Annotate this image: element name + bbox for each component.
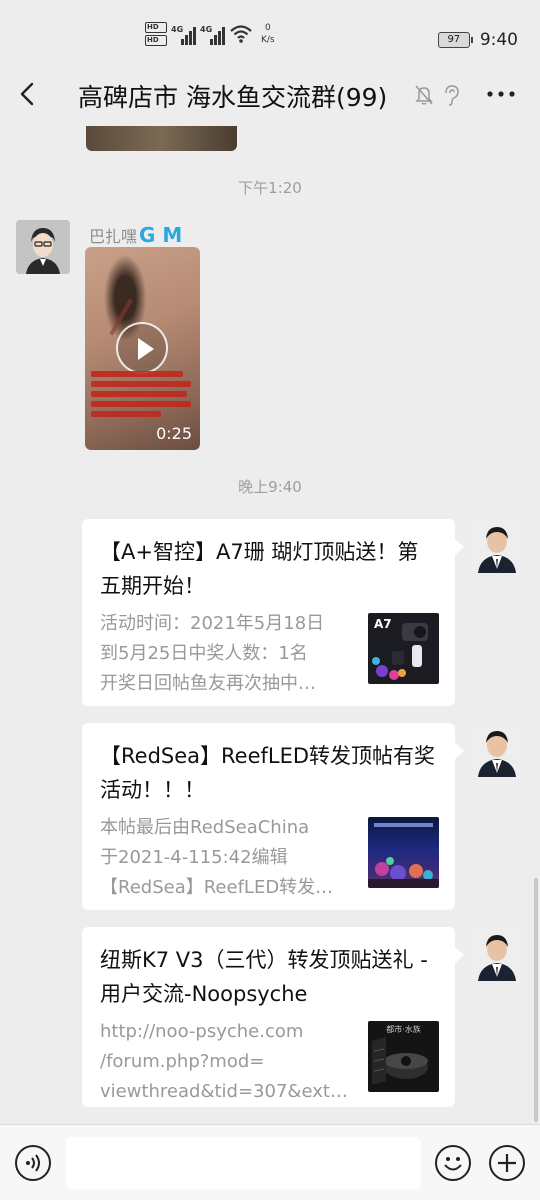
message-input[interactable] [66, 1137, 421, 1189]
signal-icon-1: 4G [171, 23, 196, 45]
link-card-description: 本帖最后由RedSeaChina 于2021-4-115:42编辑 【RedSe… [100, 813, 352, 903]
link-card-thumbnail [368, 817, 439, 888]
my-avatar[interactable] [470, 723, 524, 777]
thumbnail-label: A7 [374, 617, 392, 631]
speed-unit: K/s [261, 35, 275, 45]
mute-bell-icon [415, 85, 433, 105]
sender-badge: G M [139, 223, 183, 247]
hd-badge-2: HD [145, 35, 167, 46]
network-type-2: 4G [200, 25, 213, 34]
my-avatar[interactable] [470, 519, 524, 573]
sender-name: 巴扎嘿 G M [89, 223, 182, 247]
link-card-title: 【RedSea】ReefLED转发顶帖有奖活动！！！ [100, 744, 436, 802]
link-card-thumbnail: 都市·水族 [368, 1021, 439, 1092]
thumbnail-label: 都市·水族 [386, 1025, 421, 1034]
my-avatar[interactable] [470, 927, 524, 981]
link-card-desc-line: 【RedSea】ReefLED转发… [100, 877, 334, 898]
back-arrow-icon[interactable] [14, 80, 42, 108]
cartoon-avatar-icon [16, 220, 70, 274]
chat-header: 高碑店市 海水鱼交流群(99) [0, 64, 540, 126]
link-card-thumbnail: A7 [368, 613, 439, 684]
video-duration: 0:25 [156, 424, 192, 443]
link-card-description: http://noo-psyche.com /forum.php?mod= vi… [100, 1017, 352, 1107]
link-card-title: 纽斯K7 V3（三代）转发顶贴送礼 - 用户交流-Noopsyche [100, 948, 428, 1006]
scrollbar[interactable] [534, 878, 538, 1122]
link-card-desc-line: http://noo-psyche.com [100, 1021, 304, 1042]
link-card-message[interactable]: 【A+智控】A7珊 瑚灯顶贴送！第五期开始！ 活动时间：2021年5月18日 到… [82, 519, 464, 706]
link-card-desc-line: 本帖最后由RedSeaChina [100, 817, 310, 838]
link-card-desc-line: /forum.php?mod= [100, 1051, 265, 1072]
signal-icon-2: 4G [200, 23, 225, 45]
network-status: HD HD 4G 4G 0 K/s [145, 22, 275, 46]
link-card-body: 活动时间：2021年5月18日 到5月25日中奖人数：1名 开奖日回帖鱼友再次抽… [100, 609, 439, 699]
network-type-1: 4G [171, 25, 184, 34]
link-card-body: 本帖最后由RedSeaChina 于2021-4-115:42编辑 【RedSe… [100, 813, 439, 903]
emoji-icon [444, 1157, 462, 1171]
link-card-desc-line: 活动时间：2021年5月18日 [100, 613, 325, 634]
earpiece-icon [445, 85, 459, 106]
person-avatar-icon [470, 519, 524, 573]
link-card-body: http://noo-psyche.com /forum.php?mod= vi… [100, 1017, 439, 1107]
video-message[interactable]: 0:25 [85, 247, 200, 450]
previous-media-message[interactable] [86, 126, 237, 151]
link-card-message[interactable]: 【RedSea】ReefLED转发顶帖有奖活动！！！ 本帖最后由RedSeaCh… [82, 723, 464, 910]
timestamp: 晚上9:40 [238, 478, 302, 496]
voice-icon [26, 1154, 40, 1172]
link-card-desc-line: 到5月25日中奖人数：1名 [100, 643, 308, 664]
battery-icon: 97 [437, 32, 473, 48]
sender-avatar[interactable] [16, 220, 70, 274]
input-bar [0, 1124, 540, 1200]
person-avatar-icon [470, 927, 524, 981]
clock: 9:40 [479, 30, 518, 50]
more-icon[interactable] [486, 82, 516, 106]
chat-title: 高碑店市 海水鱼交流群(99) [78, 83, 388, 112]
plus-button[interactable] [489, 1145, 525, 1181]
wifi-icon [230, 25, 252, 43]
person-avatar-icon [470, 723, 524, 777]
reef-tank-image-icon [368, 823, 439, 888]
link-card-message[interactable]: 纽斯K7 V3（三代）转发顶贴送礼 - 用户交流-Noopsyche http:… [82, 927, 464, 1107]
link-card-desc-line: 开奖日回帖鱼友再次抽中… [100, 673, 316, 694]
plus-icon [498, 1154, 516, 1172]
voice-button[interactable] [15, 1145, 51, 1181]
speed-value: 0 [264, 23, 271, 33]
network-speed: 0 K/s [261, 22, 275, 46]
video-caption-overlay [91, 371, 195, 417]
status-bar: HD HD 4G 4G 0 K/s 97 9:40 [0, 0, 540, 64]
timestamp: 下午1:20 [238, 179, 302, 197]
message-list[interactable]: 下午1:20 巴扎嘿 G M 0:25 晚上9:40 【A+智控】A7珊 瑚灯顶贴… [0, 126, 540, 1124]
play-icon[interactable] [116, 322, 168, 374]
sender-nickname: 巴扎嘿 [89, 227, 138, 246]
link-card-desc-line: 于2021-4-115:42编辑 [100, 847, 288, 868]
link-card-desc-line: viewthread&tid=307&extr… [100, 1081, 352, 1102]
emoji-button[interactable] [435, 1145, 471, 1181]
status-right: 97 9:40 [437, 30, 518, 50]
link-card-title: 【A+智控】A7珊 瑚灯顶贴送！第五期开始！ [100, 540, 419, 598]
link-card-description: 活动时间：2021年5月18日 到5月25日中奖人数：1名 开奖日回帖鱼友再次抽… [100, 609, 352, 699]
hd-badges: HD HD [145, 22, 167, 46]
hd-badge-1: HD [145, 22, 167, 33]
